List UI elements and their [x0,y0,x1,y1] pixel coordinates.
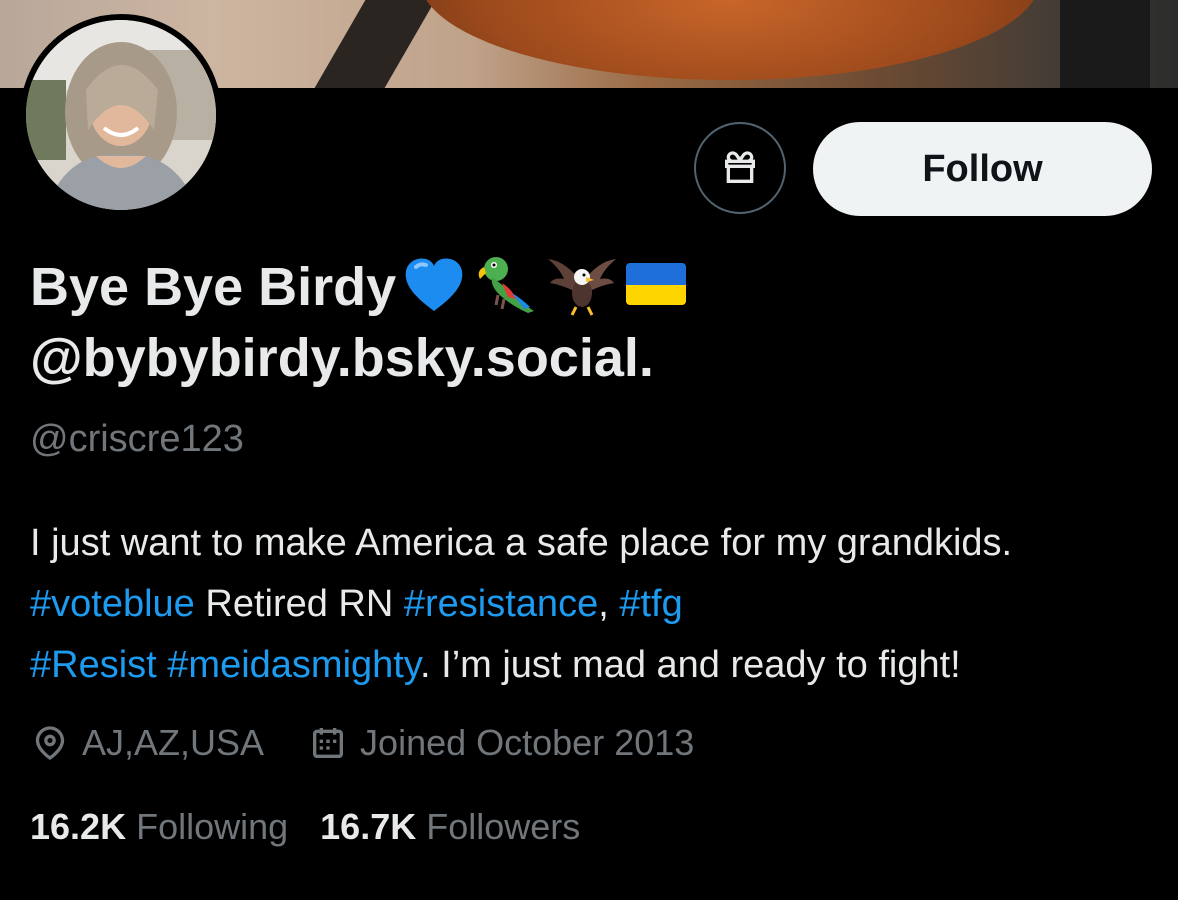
profile-page: Follow Bye Bye Birdy @bybybirdy.bsky.soc… [0,0,1178,900]
bio-text: Retired RN [194,583,404,625]
profile-bio: I just want to make America a safe place… [30,513,1160,696]
eagle-emoji [548,258,617,316]
display-name-text: Bye Bye Birdy [30,257,397,317]
follow-stats: 16.2K Following 16.7K Followers [30,806,580,848]
following-link[interactable]: 16.2K Following [30,806,288,848]
bio-text [157,644,168,686]
profile-handle: @criscre123 [30,418,244,460]
display-name-line2: @bybybirdy.bsky.social. [30,327,654,388]
hashtag-link[interactable]: #voteblue [30,583,195,625]
banner-shape [1060,0,1150,88]
location: AJ,AZ,USA [30,722,264,764]
banner-shape [314,0,436,88]
blue-heart-emoji [405,258,463,311]
following-label: Following [136,806,289,847]
followers-count: 16.7K [320,806,417,847]
followers-label: Followers [426,806,581,847]
hashtag-link[interactable]: #tfg [619,583,682,625]
calendar-icon [313,728,344,758]
follow-button[interactable]: Follow [813,122,1152,216]
location-text: AJ,AZ,USA [82,722,265,763]
hashtag-link[interactable]: #meidasmighty [167,644,420,686]
gift-icon [725,151,755,183]
join-date: Joined October 2013 [308,722,694,764]
location-pin-icon [35,726,65,761]
name-emojis [402,253,688,317]
bio-text: . I’m just mad and ready to fight! [420,644,961,686]
followers-link[interactable]: 16.7K Followers [320,806,580,848]
avatar-image [26,20,216,210]
bio-text: , [598,583,620,625]
ukraine-flag-emoji [626,262,687,305]
display-name: Bye Bye Birdy @bybybirdy.bsky.social. [30,252,1150,393]
parrot-emoji [478,256,535,313]
bio-text: I just want to make America a safe place… [30,522,1013,564]
gift-button[interactable] [694,122,786,214]
following-count: 16.2K [30,806,127,847]
hashtag-link[interactable]: #Resist [30,644,157,686]
banner-shape [420,0,1040,80]
hashtag-link[interactable]: #resistance [404,583,598,625]
avatar[interactable] [20,14,222,216]
join-date-text: Joined October 2013 [360,722,695,763]
profile-meta: AJ,AZ,USA Joined October 2013 [30,722,694,764]
